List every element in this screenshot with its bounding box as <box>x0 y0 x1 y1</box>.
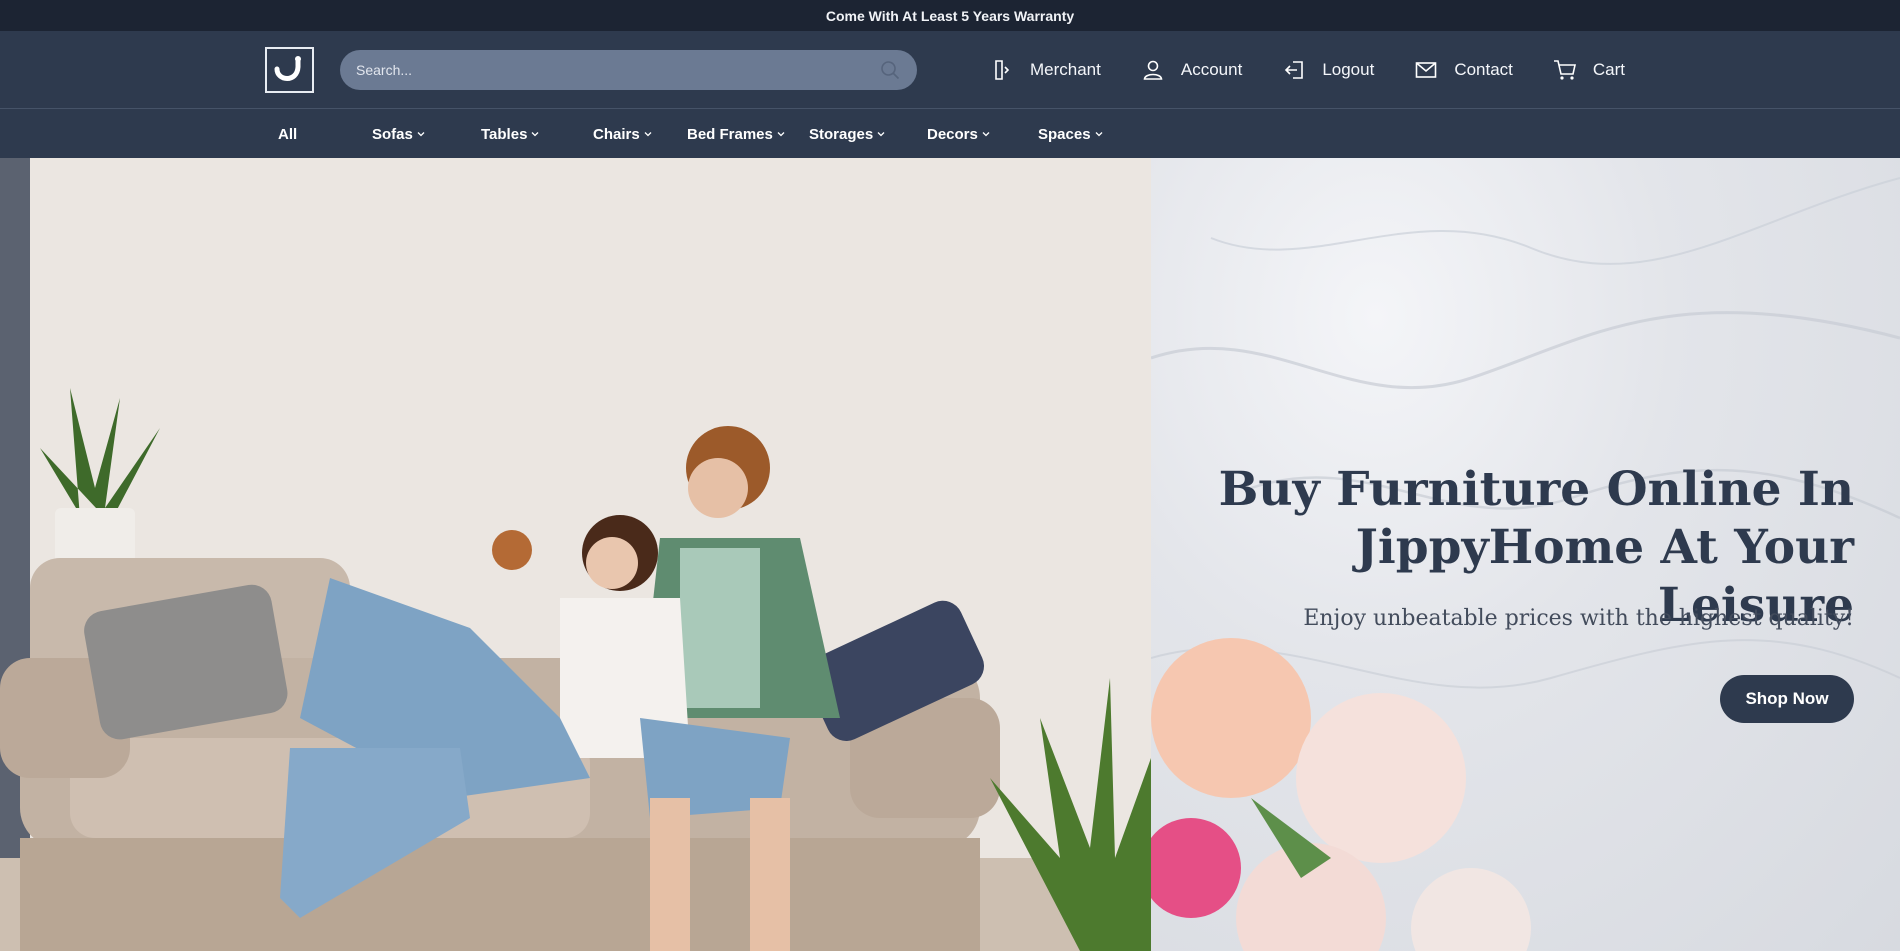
category-label: Sofas <box>372 125 413 143</box>
account-label: Account <box>1180 60 1243 79</box>
chevron-down-icon <box>877 130 885 138</box>
category-storages[interactable]: Storages <box>809 110 885 158</box>
search-bar <box>340 50 917 90</box>
header-links: Merchant Account Logout Contact Cart <box>990 31 1625 109</box>
category-label: Chairs <box>593 125 640 143</box>
chevron-down-icon <box>777 130 785 138</box>
chevron-down-icon <box>1095 130 1103 138</box>
category-tables[interactable]: Tables <box>481 110 539 158</box>
cart-link[interactable]: Cart <box>1553 58 1625 82</box>
cart-icon <box>1553 58 1577 82</box>
cart-label: Cart <box>1592 60 1626 79</box>
shop-now-button[interactable]: Shop Now <box>1720 675 1854 723</box>
merchant-label: Merchant <box>1030 60 1101 79</box>
hero-banner: Buy Furniture Online In JippyHome At You… <box>0 158 1900 951</box>
merchant-icon <box>990 58 1014 82</box>
jippyhome-logo-icon <box>274 56 301 81</box>
category-label: Tables <box>481 125 528 143</box>
announcement-bar: Come With At Least 5 Years Warranty <box>0 0 1900 31</box>
category-label: All <box>278 125 298 143</box>
merchant-link[interactable]: Merchant <box>990 58 1101 82</box>
account-link[interactable]: Account <box>1141 58 1242 82</box>
category-label: Bed Frames <box>687 125 773 143</box>
contact-link[interactable]: Contact <box>1414 58 1513 82</box>
category-label: Spaces <box>1038 125 1091 143</box>
category-label: Storages <box>809 125 874 143</box>
roses <box>1151 638 1531 951</box>
site-logo[interactable] <box>265 47 314 93</box>
search-icon[interactable] <box>879 59 901 81</box>
contact-label: Contact <box>1454 60 1513 79</box>
hero-photo <box>0 158 1151 951</box>
category-nav: All Sofas Tables Chairs Bed Frames Stora… <box>0 110 1900 158</box>
category-decors[interactable]: Decors <box>927 110 990 158</box>
category-bed-frames[interactable]: Bed Frames <box>687 110 785 158</box>
category-all[interactable]: All <box>278 110 297 158</box>
category-sofas[interactable]: Sofas <box>372 110 425 158</box>
chevron-down-icon <box>417 130 425 138</box>
mail-icon <box>1414 58 1438 82</box>
category-spaces[interactable]: Spaces <box>1038 110 1103 158</box>
marble-panel: Buy Furniture Online In JippyHome At You… <box>1151 158 1900 951</box>
chevron-down-icon <box>982 130 990 138</box>
chevron-down-icon <box>644 130 652 138</box>
hero-subtitle: Enjoy unbeatable prices with the highest… <box>1303 606 1854 631</box>
announcement-text: Come With At Least 5 Years Warranty <box>825 7 1075 24</box>
site-header: Merchant Account Logout Contact Cart <box>0 31 1900 109</box>
search-input[interactable] <box>356 62 879 78</box>
category-label: Decors <box>927 125 978 143</box>
logout-icon <box>1282 58 1306 82</box>
category-chairs[interactable]: Chairs <box>593 110 652 158</box>
hero-title-line1: Buy Furniture Online In <box>1218 462 1854 517</box>
user-icon <box>1141 58 1165 82</box>
chevron-down-icon <box>531 130 539 138</box>
logout-link[interactable]: Logout <box>1282 58 1374 82</box>
logout-label: Logout <box>1322 60 1375 79</box>
